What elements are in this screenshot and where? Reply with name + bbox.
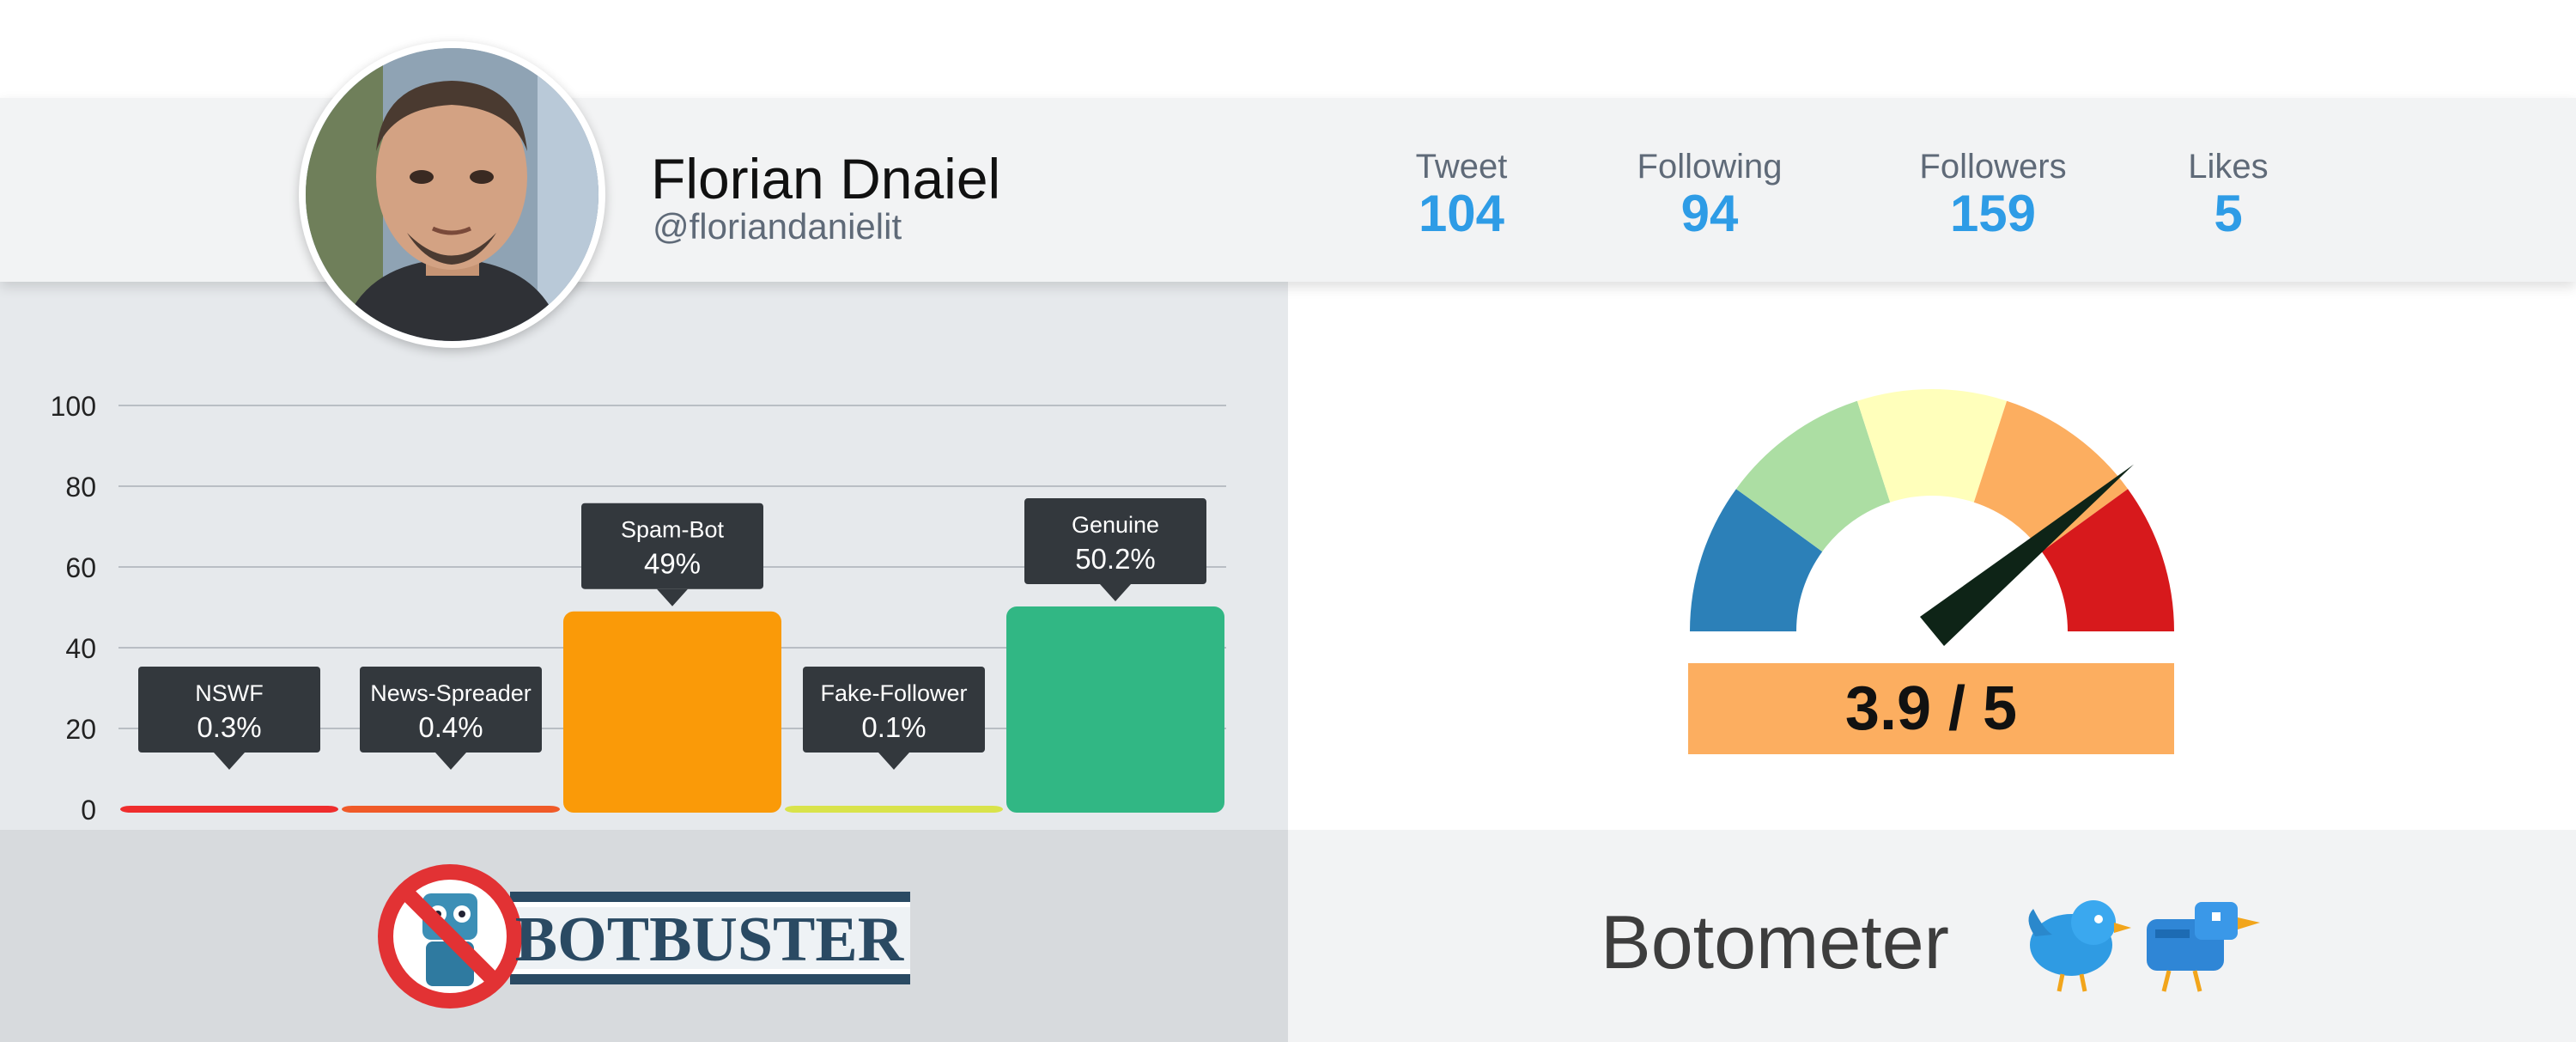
profile-name: Florian Dnaiel bbox=[651, 147, 1001, 210]
category-label: News-Spreader bbox=[370, 680, 532, 706]
bar-genuine[interactable] bbox=[1006, 606, 1224, 813]
bar-tooltip: NSWF 0.3% bbox=[138, 667, 320, 770]
bar-tooltip: Genuine 50.2% bbox=[1024, 498, 1206, 602]
avatar[interactable] bbox=[299, 41, 605, 348]
data-label: 0.3% bbox=[197, 711, 261, 743]
data-label: 49% bbox=[644, 548, 701, 580]
y-tick-label: 100 bbox=[51, 391, 96, 422]
stat-likes[interactable]: Likes 5 bbox=[2164, 148, 2293, 241]
stat-value: 159 bbox=[1949, 185, 2037, 242]
data-label: 50.2% bbox=[1075, 543, 1156, 575]
category-label: NSWF bbox=[195, 680, 263, 706]
bot-category-chart: 0 20 40 60 80 100 NSWF 0.3% News-Spreader 0.4% Spa… bbox=[51, 391, 1226, 826]
stat-tweets[interactable]: Tweet 104 bbox=[1393, 148, 1530, 241]
bar-nswf[interactable] bbox=[120, 806, 338, 813]
stat-following[interactable]: Following 94 bbox=[1616, 148, 1803, 241]
stat-label: Followers bbox=[1919, 148, 2067, 186]
category-label: Fake-Follower bbox=[820, 680, 967, 706]
stat-followers[interactable]: Followers 159 bbox=[1899, 148, 2087, 241]
botbuster-logo[interactable]: BOTBUSTER bbox=[373, 859, 922, 1014]
data-label: 0.1% bbox=[861, 711, 926, 743]
y-tick-label: 80 bbox=[65, 472, 96, 503]
data-label: 0.4% bbox=[418, 711, 483, 743]
stat-label: Tweet bbox=[1415, 148, 1508, 186]
bar-fake-follower[interactable] bbox=[785, 806, 1003, 813]
bar-tooltip: Spam-Bot 49% bbox=[581, 503, 763, 606]
twitter-birds-icon bbox=[2028, 900, 2260, 992]
y-tick-label: 20 bbox=[65, 714, 96, 745]
stat-label: Likes bbox=[2188, 148, 2269, 186]
logo-wordmark: BOTBUSTER bbox=[515, 905, 905, 975]
botometer-score: 3.9 / 5 bbox=[1688, 663, 2174, 754]
bar-tooltip: Fake-Follower 0.1% bbox=[803, 667, 985, 770]
stat-value: 104 bbox=[1418, 185, 1505, 242]
y-tick-label: 40 bbox=[65, 633, 96, 664]
bar-tooltip: News-Spreader 0.4% bbox=[360, 667, 542, 770]
y-tick-label: 60 bbox=[65, 552, 96, 583]
y-tick-label: 0 bbox=[81, 795, 96, 826]
stat-value: 5 bbox=[2214, 185, 2243, 242]
botometer-title: Botometer bbox=[1601, 899, 1949, 984]
bar-spam-bot[interactable] bbox=[563, 611, 781, 813]
bar-news-spreader[interactable] bbox=[342, 806, 560, 813]
category-label: Spam-Bot bbox=[621, 517, 725, 543]
profile-handle[interactable]: @floriandanielit bbox=[653, 206, 902, 247]
stat-label: Following bbox=[1637, 148, 1783, 186]
category-label: Genuine bbox=[1072, 512, 1159, 538]
stat-value: 94 bbox=[1680, 185, 1739, 242]
botometer-gauge bbox=[1690, 389, 2174, 646]
avatar-photo bbox=[306, 48, 598, 341]
